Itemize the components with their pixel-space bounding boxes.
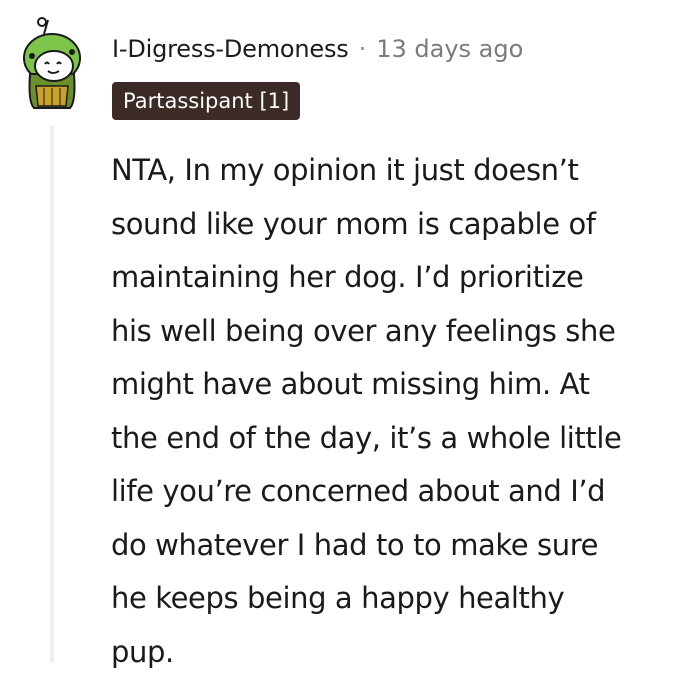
comment-text-line: NTA, In my opinion it just doesn’t (111, 144, 693, 198)
comment-text-line: his well being over any feelings she (111, 305, 693, 359)
comment-text-line: maintaining her dog. I’d prioritize (111, 251, 693, 305)
snoo-avatar-icon (14, 16, 90, 110)
user-flair: Partassipant [1] (112, 82, 300, 120)
comment-meta: I-Digress-Demoness · 13 days ago (112, 32, 523, 66)
meta-separator: · (359, 35, 367, 63)
comment-text-line: life you’re concerned about and I’d (111, 465, 693, 519)
comment-text-line: he keeps being a happy healthy (111, 572, 693, 626)
comment-text-line: do whatever I had to to make sure (111, 519, 693, 573)
comment-text-line: sound like your mom is capable of (111, 198, 693, 252)
comment-text-line: might have about missing him. At (111, 358, 693, 412)
thread-line[interactable] (50, 126, 54, 663)
comment-body: NTA, In my opinion it just doesn’t sound… (111, 144, 693, 679)
username-link[interactable]: I-Digress-Demoness (112, 35, 349, 63)
comment-text-line: pup. (111, 626, 693, 679)
avatar[interactable] (14, 16, 90, 110)
timestamp[interactable]: 13 days ago (376, 35, 523, 63)
comment-text-line: the end of the day, it’s a whole little (111, 412, 693, 466)
